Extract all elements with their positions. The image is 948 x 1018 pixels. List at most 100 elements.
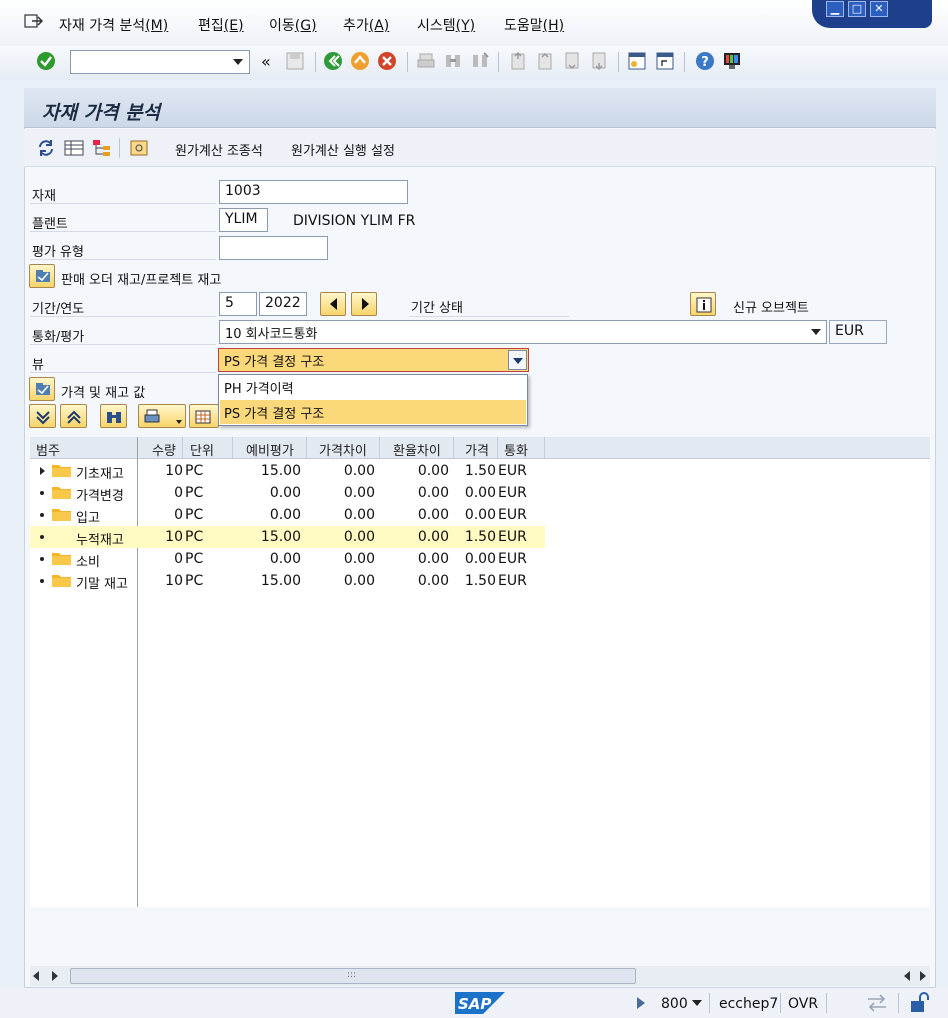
col-header-currency[interactable]: 통화: [504, 440, 528, 459]
refresh-icon[interactable]: [36, 138, 56, 158]
next-period-button[interactable]: [351, 292, 377, 316]
find-next-icon[interactable]: [470, 51, 490, 71]
exit-icon[interactable]: [350, 51, 370, 71]
layout-grid-button[interactable]: [189, 404, 219, 428]
cell-price: 0.00: [464, 507, 496, 523]
toolbar-separator: [407, 52, 408, 72]
find-icon[interactable]: [443, 51, 463, 71]
save-icon[interactable]: [285, 51, 305, 71]
table-row[interactable]: 입고 0 PC 0.00 0.00 0.00 0.00 EUR: [30, 504, 545, 526]
col-header-prelim-valuation[interactable]: 예비평가: [246, 440, 294, 459]
prices-stock-values-button[interactable]: [29, 377, 55, 401]
cell-exchange-difference: 0.00: [417, 485, 449, 501]
table-row[interactable]: 기말 재고 10 PC 15.00 0.00 0.00 1.50 EUR: [30, 570, 545, 592]
plant-field[interactable]: YLIM: [219, 208, 268, 232]
menu-system[interactable]: 시스템(Y): [417, 15, 475, 35]
view-select[interactable]: PS 가격 결정 구조: [218, 348, 529, 372]
menu-exit-icon[interactable]: [24, 12, 44, 30]
expand-icon: [36, 411, 50, 425]
list-view-icon[interactable]: [64, 138, 84, 158]
material-field[interactable]: 1003: [219, 180, 408, 204]
shortcut-icon[interactable]: [655, 51, 675, 71]
expand-all-button[interactable]: [29, 404, 56, 428]
menu-help[interactable]: 도움말(H): [504, 15, 564, 35]
print-icon[interactable]: [416, 51, 436, 71]
col-header-quantity[interactable]: 수량: [152, 440, 176, 459]
cell-category[interactable]: 가격변경: [76, 485, 124, 504]
minimize-icon[interactable]: ▁: [826, 1, 844, 17]
period-status-label: 기간 상태: [411, 301, 463, 316]
hierarchy-icon[interactable]: [92, 138, 112, 158]
folder-icon: [52, 465, 71, 477]
table-row[interactable]: 기초재고 10 PC 15.00 0.00 0.00 1.50 EUR: [30, 460, 545, 482]
new-object-info-button[interactable]: [690, 292, 716, 316]
close-icon[interactable]: ✕: [870, 1, 888, 17]
scroll-right-icon[interactable]: [52, 971, 58, 981]
cell-price-difference: 0.00: [343, 507, 375, 523]
sales-order-stock-button[interactable]: [29, 264, 55, 288]
collapse-all-button[interactable]: [60, 404, 87, 428]
grid-rows: 기초재고 10 PC 15.00 0.00 0.00 1.50 EUR 가격변경 0 PC 0.00 0…: [30, 460, 545, 600]
enter-check-icon[interactable]: [36, 51, 56, 71]
scroll-left-end-icon[interactable]: [904, 971, 910, 981]
cancel-icon[interactable]: [377, 51, 397, 71]
status-client-dropdown-icon[interactable]: [692, 1000, 702, 1006]
chevron-down-icon[interactable]: [811, 329, 821, 335]
status-expand-icon[interactable]: [637, 997, 645, 1009]
print-grid-button[interactable]: [138, 404, 186, 428]
cell-category[interactable]: 기말 재고: [76, 573, 128, 592]
previous-page-icon[interactable]: [535, 51, 555, 71]
currency-valuation-select[interactable]: 10 회사코드통화: [219, 320, 827, 344]
cell-quantity: 10: [165, 573, 183, 589]
cell-category[interactable]: 입고: [76, 507, 100, 526]
costing-cockpit-button[interactable]: 원가계산 조종석: [175, 140, 263, 159]
col-header-price-difference[interactable]: 가격차이: [319, 440, 367, 459]
table-row[interactable]: 소비 0 PC 0.00 0.00 0.00 0.00 EUR: [30, 548, 545, 570]
col-header-price[interactable]: 가격: [465, 440, 489, 459]
back-icon[interactable]: [323, 51, 343, 71]
last-page-icon[interactable]: [589, 51, 609, 71]
scroll-left-icon[interactable]: [33, 971, 39, 981]
view-select-value: PS 가격 결정 구조: [224, 355, 325, 370]
col-header-unit[interactable]: 단위: [190, 440, 214, 459]
view-option-price-history[interactable]: PH 가격이력: [220, 375, 526, 399]
view-dropdown-button[interactable]: [508, 350, 527, 370]
table-row[interactable]: 누적재고 10 PC 15.00 0.00 0.00 1.50 EUR: [30, 526, 545, 548]
table-row[interactable]: 가격변경 0 PC 0.00 0.00 0.00 0.00 EUR: [30, 482, 545, 504]
next-page-icon[interactable]: [562, 51, 582, 71]
year-field[interactable]: 2022: [259, 292, 307, 316]
view-option-price-structure[interactable]: PS 가격 결정 구조: [220, 400, 526, 424]
costing-run-settings-button[interactable]: 원가계산 실행 설정: [291, 140, 395, 159]
menu-goto[interactable]: 이동(G): [269, 15, 317, 35]
help-icon[interactable]: ?: [695, 51, 715, 71]
expand-arrow-icon[interactable]: [40, 467, 45, 475]
horizontal-scrollbar[interactable]: :::: [30, 966, 930, 986]
maximize-icon[interactable]: □: [848, 1, 866, 17]
display-object-icon[interactable]: [129, 138, 149, 158]
lock-icon[interactable]: [909, 992, 931, 1014]
menu-edit[interactable]: 편집(E): [198, 15, 244, 35]
new-session-icon[interactable]: [627, 51, 647, 71]
view-dropdown-list: PH 가격이력 PS 가격 결정 구조: [218, 374, 528, 426]
scroll-thumb[interactable]: :::: [70, 968, 636, 984]
menu-material-price-analysis[interactable]: 자재 가격 분석(M): [59, 15, 168, 35]
first-page-icon[interactable]: [508, 51, 528, 71]
scroll-right-end-icon[interactable]: [920, 971, 926, 981]
history-icon[interactable]: «: [261, 52, 271, 71]
cell-category[interactable]: 소비: [76, 551, 100, 570]
previous-period-button[interactable]: [320, 292, 346, 316]
cell-category[interactable]: 기초재고: [76, 463, 124, 482]
cell-category[interactable]: 누적재고: [76, 529, 124, 548]
find-grid-button[interactable]: [100, 404, 127, 428]
label-underline: [410, 316, 570, 317]
cell-unit: PC: [185, 507, 204, 523]
command-dropdown-icon[interactable]: [233, 59, 243, 65]
customize-layout-icon[interactable]: [722, 51, 742, 71]
menu-extras[interactable]: 추가(A): [343, 15, 389, 35]
valuation-type-field[interactable]: [219, 236, 328, 260]
period-field[interactable]: 5: [219, 292, 257, 316]
col-header-category[interactable]: 범주: [36, 440, 60, 459]
col-header-exchange-difference[interactable]: 환율차이: [393, 440, 441, 459]
chevron-down-icon[interactable]: [176, 420, 182, 424]
command-field[interactable]: [70, 50, 250, 74]
